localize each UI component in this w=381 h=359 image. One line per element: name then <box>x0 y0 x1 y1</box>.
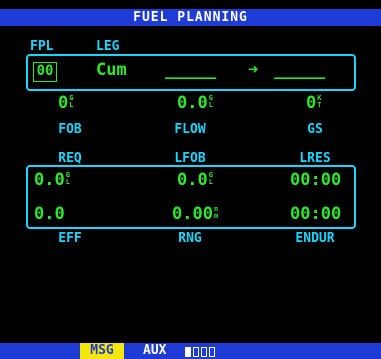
eff-label: EFF <box>58 231 82 246</box>
req-label: REQ <box>58 151 82 166</box>
page-indicator-1 <box>185 347 191 357</box>
lfob-unit: GL <box>208 171 213 186</box>
rng-unit: nm <box>213 205 219 220</box>
rng-value: 0.00 n m <box>172 205 218 223</box>
eff-value: 0.0 <box>34 204 65 224</box>
fob-number: 0 <box>58 93 69 113</box>
leg-label: LEG <box>96 39 120 54</box>
to-waypoint-field[interactable]: _____ <box>274 61 325 79</box>
aux-page-group-label: AUX <box>143 343 167 358</box>
page-indicator-3 <box>201 347 207 357</box>
from-waypoint-field[interactable]: _____ <box>165 61 216 79</box>
msg-annunciator[interactable]: MSG <box>80 343 124 359</box>
endur-value: 00:00 <box>290 204 342 224</box>
page-indicator-2 <box>193 347 199 357</box>
lfob-label: LFOB <box>174 151 206 166</box>
flow-number: 0.0 <box>177 93 208 113</box>
fob-value[interactable]: 0GL <box>58 94 73 112</box>
lfob-value: 0.0 G L <box>177 171 213 189</box>
flow-unit: GL <box>208 94 213 109</box>
leg-arrow-icon: ➜ <box>248 60 259 80</box>
fpl-number-field[interactable]: 00 <box>33 62 57 82</box>
rng-number: 0.00 <box>172 204 213 224</box>
leg-field[interactable]: Cum <box>96 61 127 79</box>
flow-label: FLOW <box>174 122 206 137</box>
gs-value: 0KT <box>306 94 321 112</box>
fob-unit: GL <box>69 94 74 109</box>
gs-number: 0 <box>306 93 317 113</box>
lres-label: LRES <box>299 151 331 166</box>
gs-unit: KT <box>317 94 322 109</box>
lres-value: 00:00 <box>290 170 342 190</box>
req-unit: GL <box>65 171 70 186</box>
gs-label: GS <box>307 122 323 137</box>
endur-label: ENDUR <box>295 231 335 246</box>
fob-label: FOB <box>58 122 82 137</box>
rng-label: RNG <box>178 231 202 246</box>
page-title: FUEL PLANNING <box>0 9 381 26</box>
lfob-number: 0.0 <box>177 170 208 190</box>
req-value: 0.0 G L <box>34 171 70 189</box>
req-number: 0.0 <box>34 170 65 190</box>
flow-value[interactable]: 0.0 G L <box>177 94 213 112</box>
page-indicator-4 <box>209 347 215 357</box>
fpl-label: FPL <box>30 39 54 54</box>
